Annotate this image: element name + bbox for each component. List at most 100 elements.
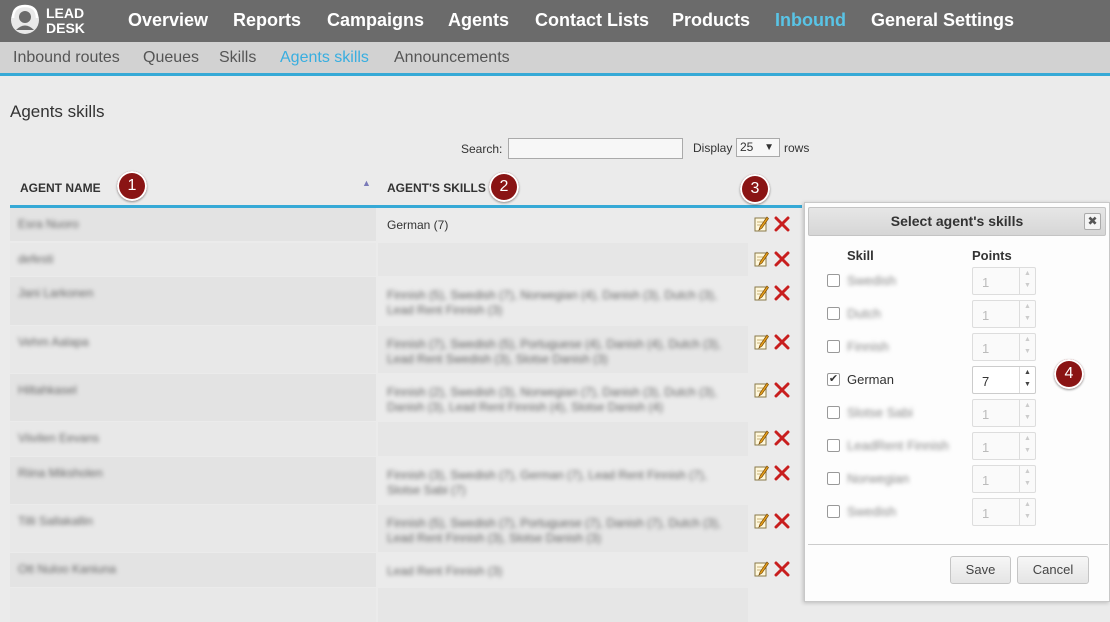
points-stepper[interactable]: 7 ▲ ▼ [972,366,1036,394]
agent-skills-cell: Lead Rent Finnish (3) [378,553,748,587]
increment-icon[interactable]: ▲ [1024,435,1031,442]
skill-checkbox[interactable]: ✔ [827,373,840,386]
table-row[interactable]: defesti [10,243,802,276]
subnav-agents-skills[interactable]: Agents skills [280,42,369,73]
skill-checkbox[interactable] [827,274,840,287]
points-stepper[interactable]: 1 ▲ ▼ [972,498,1036,526]
edit-icon[interactable] [754,465,769,481]
decrement-icon[interactable]: ▼ [1024,447,1031,454]
agent-name: Hiltahkasel [18,383,77,397]
dialog-column-points: Points [972,248,1012,263]
subnav-inbound-routes[interactable]: Inbound routes [13,42,120,73]
skill-checkbox[interactable] [827,406,840,419]
table-row[interactable]: Hiltahkasel Finnish (2), Swedish (3), Nor… [10,374,802,421]
increment-icon[interactable]: ▲ [1024,402,1031,409]
points-value: 1 [982,308,990,323]
increment-icon[interactable]: ▲ [1024,468,1031,475]
points-stepper[interactable]: 1 ▲ ▼ [972,300,1036,328]
decrement-icon[interactable]: ▼ [1024,513,1031,520]
points-stepper[interactable]: 1 ▲ ▼ [972,333,1036,361]
delete-icon[interactable] [774,334,790,350]
dialog-divider [808,544,1108,545]
dialog-title-bar[interactable]: Select agent's skills ✖ [808,207,1106,236]
leaddesk-logo[interactable]: LEAD DESK [8,3,100,37]
rows-per-page-value: 25 [740,140,754,154]
increment-icon[interactable]: ▲ [1024,369,1031,376]
skill-checkbox[interactable] [827,472,840,485]
decrement-icon[interactable]: ▼ [1024,480,1031,487]
subnav-announcements[interactable]: Announcements [394,42,510,73]
skill-row: Norwegian 1 ▲ ▼ [805,465,1105,495]
nav-campaigns[interactable]: Campaigns [327,0,424,42]
agent-skills-cell: Finnish (5), Swedish (7), Norwegian (4),… [378,277,748,325]
edit-icon[interactable] [754,285,769,301]
increment-icon[interactable]: ▲ [1024,270,1031,277]
nav-inbound[interactable]: Inbound [775,0,846,42]
nav-reports[interactable]: Reports [233,0,301,42]
points-stepper[interactable]: 1 ▲ ▼ [972,432,1036,460]
agent-name-cell: Hiltahkasel [10,374,376,421]
points-stepper[interactable]: 1 ▲ ▼ [972,399,1036,427]
table-row[interactable]: Vehm Aalapa Finnish (7), Swedish (5), Por… [10,326,802,373]
table-row[interactable] [10,588,802,622]
nav-general-settings[interactable]: General Settings [871,0,1014,42]
display-label: Display [693,141,733,155]
delete-icon[interactable] [774,561,790,577]
edit-icon[interactable] [754,334,769,350]
skill-row: Swedish 1 ▲ ▼ [805,267,1105,297]
table-row[interactable]: Viivilen Eevans [10,422,802,456]
table-row[interactable]: Tilli Sallakallin Finnish (5), Swedish (7… [10,505,802,552]
delete-icon[interactable] [774,513,790,529]
skill-checkbox[interactable] [827,340,840,353]
edit-icon[interactable] [754,561,769,577]
cancel-button[interactable]: Cancel [1017,556,1089,584]
nav-agents[interactable]: Agents [448,0,509,42]
decrement-icon[interactable]: ▼ [1024,381,1031,388]
delete-icon[interactable] [774,285,790,301]
nav-contact-lists[interactable]: Contact Lists [535,0,649,42]
edit-icon[interactable] [754,513,769,529]
close-icon[interactable]: ✖ [1084,213,1101,230]
points-value: 1 [982,506,990,521]
table-row[interactable]: Esra Nuoro German (7) [10,208,802,241]
decrement-icon[interactable]: ▼ [1024,348,1031,355]
column-agent-name[interactable]: AGENT NAME [20,181,101,195]
subnav-skills[interactable]: Skills [219,42,256,73]
stepper-arrows: ▲ ▼ [1019,400,1035,426]
edit-icon[interactable] [754,251,769,267]
points-stepper[interactable]: 1 ▲ ▼ [972,465,1036,493]
delete-icon[interactable] [774,251,790,267]
agent-skills: Finnish (5), Swedish (7), Portuguese (7)… [387,516,721,546]
column-agents-skills[interactable]: AGENT'S SKILLS [387,181,486,195]
increment-icon[interactable]: ▲ [1024,303,1031,310]
delete-icon[interactable] [774,382,790,398]
sort-ascending-icon[interactable]: ▲ [362,178,371,188]
decrement-icon[interactable]: ▼ [1024,282,1031,289]
points-stepper[interactable]: 1 ▲ ▼ [972,267,1036,295]
table-row[interactable]: Riina Miksholen Finnish (3), Swedish (7),… [10,457,802,504]
edit-icon[interactable] [754,430,769,446]
decrement-icon[interactable]: ▼ [1024,414,1031,421]
skill-checkbox[interactable] [827,439,840,452]
nav-products[interactable]: Products [672,0,750,42]
edit-icon[interactable] [754,382,769,398]
table-row[interactable]: Ott Nuloo Kaniuna Lead Rent Finnish (3) [10,553,802,587]
skill-checkbox[interactable] [827,307,840,320]
dialog-title: Select agent's skills [890,213,1024,229]
save-button[interactable]: Save [950,556,1011,584]
increment-icon[interactable]: ▲ [1024,336,1031,343]
skill-row: LeadRent Finnish 1 ▲ ▼ [805,432,1105,462]
rows-per-page-select[interactable]: 25 ▼ [736,138,780,157]
delete-icon[interactable] [774,216,790,232]
decrement-icon[interactable]: ▼ [1024,315,1031,322]
table-row[interactable]: Jani Larkonen Finnish (5), Swedish (7), N… [10,277,802,325]
search-input[interactable] [508,138,683,159]
subnav-queues[interactable]: Queues [143,42,199,73]
increment-icon[interactable]: ▲ [1024,501,1031,508]
agent-name-cell [10,588,376,622]
delete-icon[interactable] [774,465,790,481]
edit-icon[interactable] [754,216,769,232]
nav-overview[interactable]: Overview [128,0,208,42]
skill-checkbox[interactable] [827,505,840,518]
delete-icon[interactable] [774,430,790,446]
